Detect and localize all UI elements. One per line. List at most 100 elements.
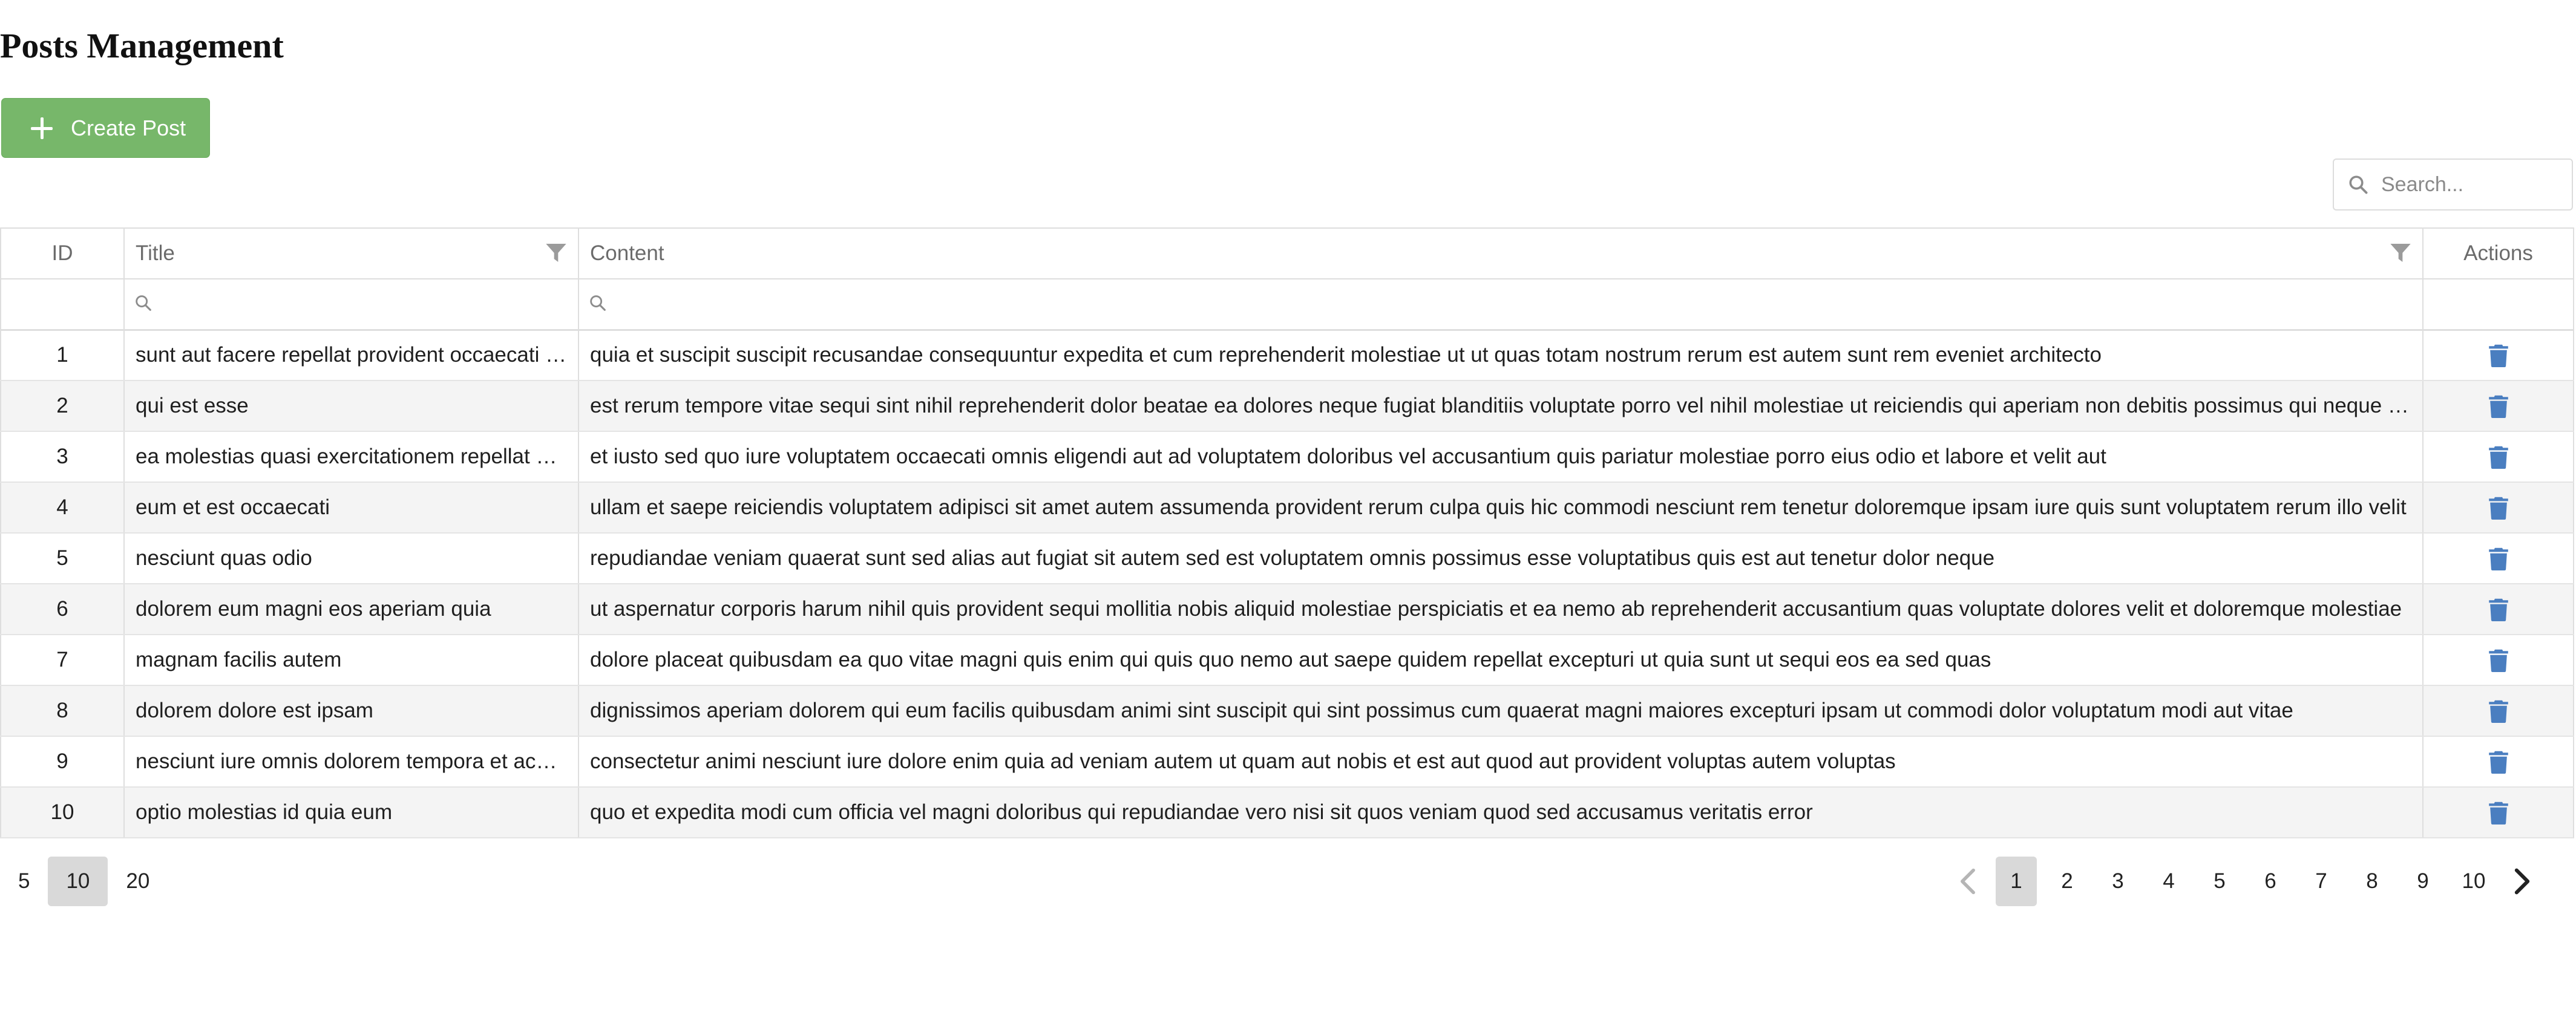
cell-title: sunt aut facere repellat provident occae… [123,330,579,381]
trash-icon[interactable] [2488,445,2509,469]
trash-icon[interactable] [2488,547,2509,571]
column-header-content-label: Content [590,241,664,265]
global-search[interactable] [2333,158,2573,211]
page-button[interactable]: 5 [2199,857,2240,906]
next-page-button[interactable] [2504,857,2540,906]
table-row[interactable]: 1 sunt aut facere repellat provident occ… [0,330,2574,381]
page-button[interactable]: 3 [2097,857,2138,906]
cell-id: 7 [0,635,125,686]
trash-icon[interactable] [2488,394,2509,419]
page-button[interactable]: 6 [2250,857,2291,906]
column-header-title[interactable]: Title [123,228,579,279]
table-row[interactable]: 8 dolorem dolore est ipsam dignissimos a… [0,685,2574,737]
cell-title: optio molestias id quia eum [123,787,579,838]
search-input[interactable] [2380,172,2564,197]
page-size-option-selected[interactable]: 10 [48,857,108,906]
cell-id: 4 [0,482,125,534]
column-header-content[interactable]: Content [578,228,2424,279]
cell-content: quo et expedita modi cum officia vel mag… [578,787,2424,838]
create-post-button[interactable]: Create Post [1,98,210,158]
cell-title: nesciunt iure omnis dolorem tempora et a… [123,736,579,788]
table-row[interactable]: 5 nesciunt quas odio repudiandae veniam … [0,533,2574,584]
cell-id: 3 [0,431,125,483]
table-body: 1 sunt aut facere repellat provident occ… [0,330,2574,838]
cell-actions [2422,584,2574,635]
cell-actions [2422,787,2574,838]
title-filter-input[interactable] [123,279,579,331]
table-row[interactable]: 2 qui est esse est rerum tempore vitae s… [0,380,2574,432]
search-icon [590,295,606,311]
plus-icon [31,117,53,139]
cell-content: ut aspernatur corporis harum nihil quis … [578,584,2424,635]
cell-actions [2422,736,2574,788]
filter-cell-id [0,279,125,331]
filter-cell-actions [2422,279,2574,331]
title-filter-icon[interactable] [544,241,568,265]
page-button[interactable]: 8 [2352,857,2393,906]
page-button[interactable]: 9 [2402,857,2443,906]
cell-actions [2422,635,2574,686]
cell-content: dignissimos aperiam dolorem qui eum faci… [578,685,2424,737]
cell-id: 8 [0,685,125,737]
cell-content: ullam et saepe reiciendis voluptatem adi… [578,482,2424,534]
cell-actions [2422,330,2574,381]
cell-title: magnam facilis autem [123,635,579,686]
content-filter-input[interactable] [578,279,2424,331]
cell-actions [2422,431,2574,483]
cell-title: dolorem eum magni eos aperiam quia [123,584,579,635]
cell-title: dolorem dolore est ipsam [123,685,579,737]
cell-title: qui est esse [123,380,579,432]
search-icon [2349,175,2368,194]
chevron-right-icon [2514,868,2530,895]
page-button[interactable]: 2 [2047,857,2088,906]
cell-actions [2422,533,2574,584]
page-size-option[interactable]: 20 [108,857,168,906]
table-row[interactable]: 10 optio molestias id quia eum quo et ex… [0,787,2574,838]
cell-id: 10 [0,787,125,838]
cell-id: 6 [0,584,125,635]
cell-title: eum et est occaecati [123,482,579,534]
trash-icon[interactable] [2488,496,2509,520]
cell-id: 2 [0,380,125,432]
pagination: 1 2 3 4 5 6 7 8 9 10 [1950,857,2540,906]
page-size-option[interactable]: 5 [0,857,48,906]
cell-id: 1 [0,330,125,381]
trash-icon[interactable] [2488,344,2509,368]
posts-table: ID Title Content Actions 1 sunt aut face… [0,227,2574,838]
table-row[interactable]: 9 nesciunt iure omnis dolorem tempora et… [0,736,2574,788]
cell-title: ea molestias quasi exercitationem repell… [123,431,579,483]
cell-content: consectetur animi nesciunt iure dolore e… [578,736,2424,788]
posts-management-page: Posts Management Create Post ID Title [0,0,2576,1009]
table-header-row: ID Title Content Actions [0,228,2574,279]
cell-id: 9 [0,736,125,788]
trash-icon[interactable] [2488,801,2509,825]
cell-actions [2422,380,2574,432]
column-header-title-label: Title [136,241,175,265]
cell-content: dolore placeat quibusdam ea quo vitae ma… [578,635,2424,686]
trash-icon[interactable] [2488,648,2509,673]
page-button[interactable]: 4 [2148,857,2189,906]
trash-icon[interactable] [2488,598,2509,622]
content-filter-icon[interactable] [2388,241,2413,265]
filter-row [0,279,2574,331]
column-header-actions: Actions [2422,228,2574,279]
page-title: Posts Management [0,26,284,65]
page-button[interactable]: 7 [2301,857,2342,906]
trash-icon[interactable] [2488,750,2509,774]
cell-actions [2422,685,2574,737]
create-post-label: Create Post [71,115,186,140]
table-row[interactable]: 6 dolorem eum magni eos aperiam quia ut … [0,584,2574,635]
table-row[interactable]: 4 eum et est occaecati ullam et saepe re… [0,482,2574,534]
table-row[interactable]: 7 magnam facilis autem dolore placeat qu… [0,635,2574,686]
chevron-left-icon [1961,868,1975,895]
trash-icon[interactable] [2488,699,2509,723]
cell-content: repudiandae veniam quaerat sunt sed alia… [578,533,2424,584]
page-button-current[interactable]: 1 [1996,857,2037,906]
search-icon [136,295,151,311]
column-header-id[interactable]: ID [0,228,125,279]
prev-page-button[interactable] [1950,857,1986,906]
page-button[interactable]: 10 [2453,857,2494,906]
page-size-selector: 5 10 20 [0,857,168,906]
cell-content: quia et suscipit suscipit recusandae con… [578,330,2424,381]
table-row[interactable]: 3 ea molestias quasi exercitationem repe… [0,431,2574,483]
